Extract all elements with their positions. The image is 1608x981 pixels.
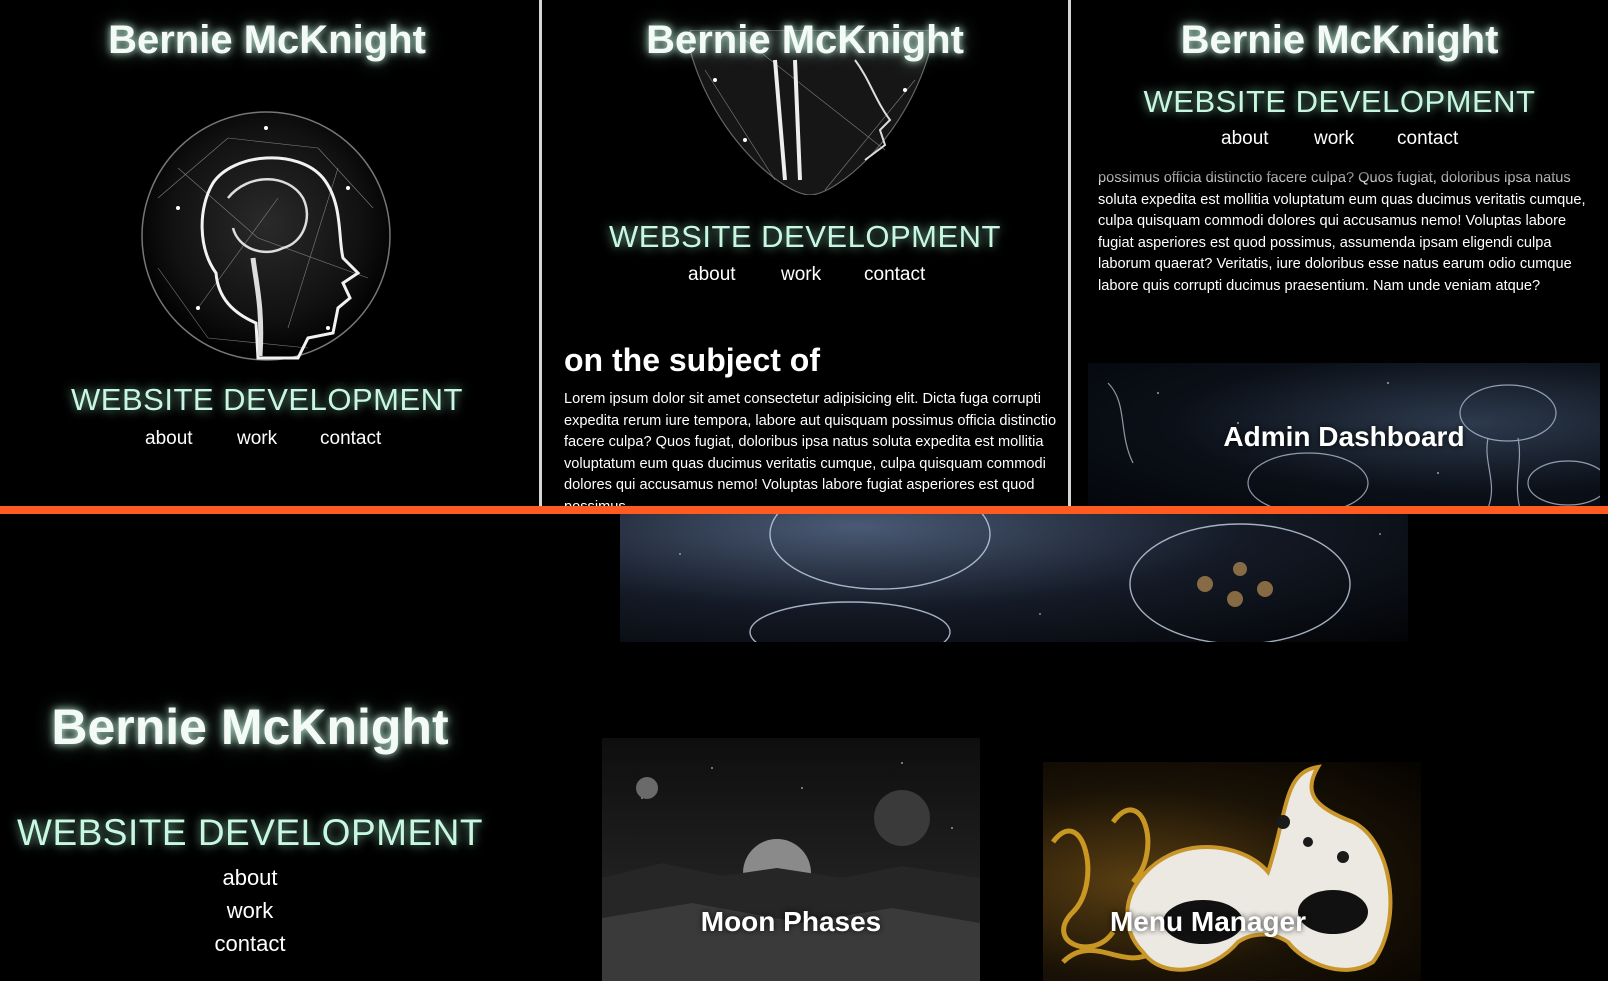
project-title: Moon Phases bbox=[700, 906, 882, 937]
site-tagline: WEBSITE DEVELOPMENT bbox=[1143, 84, 1536, 119]
project-card-menu-manager[interactable]: Menu Manager bbox=[1043, 762, 1421, 981]
nav-contact-link[interactable]: contact bbox=[215, 931, 286, 956]
nav-contact-link[interactable]: contact bbox=[864, 264, 925, 286]
nav-about-link[interactable]: about bbox=[1221, 128, 1269, 150]
main-nav-stacked: about work contact bbox=[0, 865, 500, 964]
site-tagline: WEBSITE DEVELOPMENT bbox=[17, 812, 483, 853]
nav-contact-link[interactable]: contact bbox=[320, 428, 381, 450]
preview-panel-1: Bernie McKnight WEBSITE DEVELOPMENT abou… bbox=[0, 0, 540, 508]
nav-contact-link[interactable]: contact bbox=[1397, 128, 1458, 150]
nav-about-link[interactable]: about bbox=[222, 865, 277, 890]
paragraph-fade bbox=[1071, 160, 1608, 186]
site-title: Bernie McKnight bbox=[108, 18, 426, 62]
section-heading: on the subject of bbox=[564, 342, 820, 378]
nav-about-link[interactable]: about bbox=[145, 428, 193, 450]
nav-work-link[interactable]: work bbox=[781, 264, 821, 286]
section-paragraph: possimus officia distinctio facere culpa… bbox=[1098, 170, 1586, 294]
section-paragraph: Lorem ipsum dolor sit amet consectetur a… bbox=[564, 391, 1057, 508]
moon-landscape-image bbox=[602, 762, 980, 981]
brain-globe-image bbox=[141, 111, 391, 361]
jellyfish-banner bbox=[620, 514, 1408, 642]
masquerade-mask-image bbox=[1051, 764, 1393, 972]
project-title: Menu Manager bbox=[1109, 906, 1307, 937]
nav-work-link[interactable]: work bbox=[237, 428, 277, 450]
site-tagline: WEBSITE DEVELOPMENT bbox=[609, 219, 1001, 254]
preview-panel-3: possimus officia distinctio facere culpa… bbox=[1071, 0, 1608, 508]
site-tagline: WEBSITE DEVELOPMENT bbox=[71, 382, 463, 417]
site-title: Bernie McKnight bbox=[51, 699, 449, 755]
project-card-admin-dashboard[interactable]: Admin Dashboard bbox=[1088, 363, 1600, 508]
site-title: Bernie McKnight bbox=[1180, 18, 1499, 62]
nav-work-link[interactable]: work bbox=[227, 898, 273, 923]
site-title: Bernie McKnight bbox=[646, 18, 964, 62]
section-separator bbox=[0, 506, 1608, 514]
jellyfish-image bbox=[679, 514, 1381, 642]
preview-panel-2: Bernie McKnight WEBSITE DEVELOPMENT abou… bbox=[542, 0, 1068, 508]
nav-about-link[interactable]: about bbox=[688, 264, 736, 286]
project-title: Admin Dashboard bbox=[1223, 421, 1465, 452]
nav-work-link[interactable]: work bbox=[1314, 128, 1354, 150]
project-card-moon-phases[interactable]: Moon Phases bbox=[602, 738, 980, 981]
